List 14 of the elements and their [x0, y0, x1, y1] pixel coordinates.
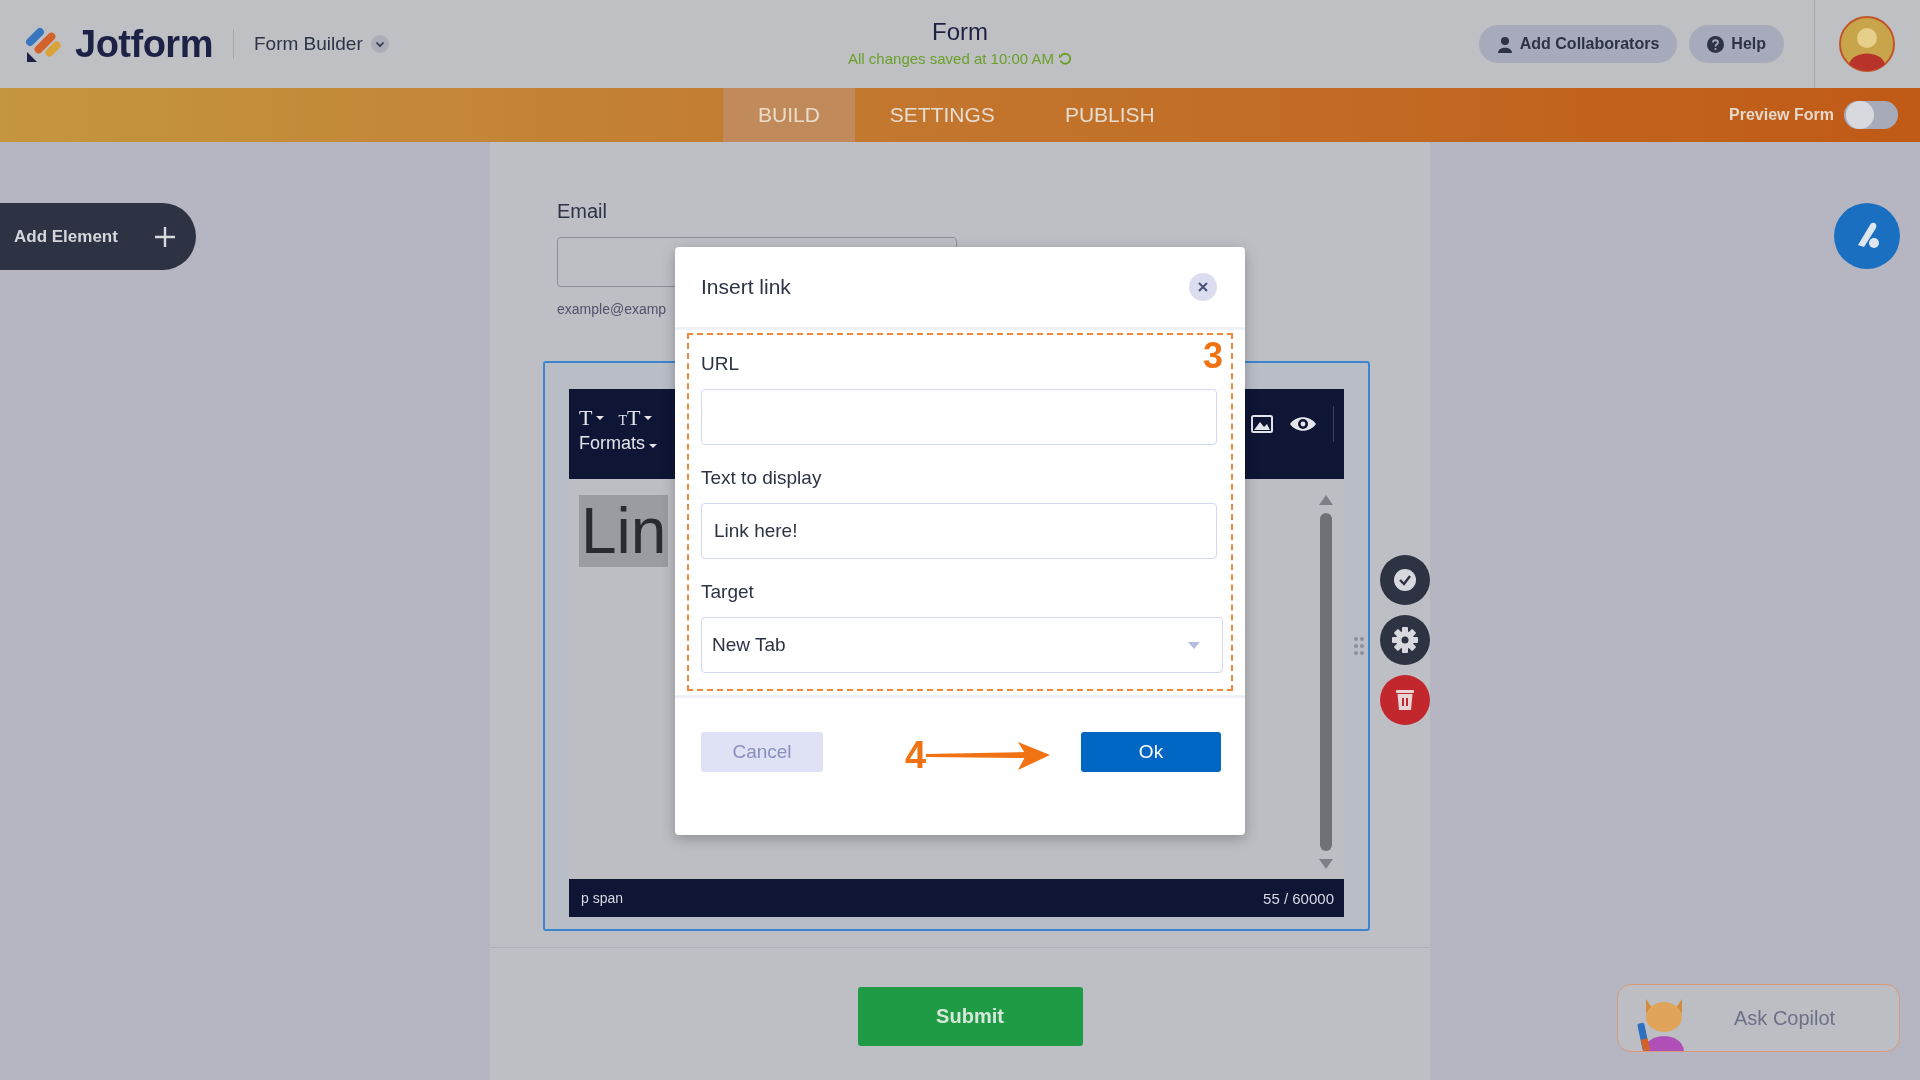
field-label: URL [701, 353, 739, 375]
step-number: 4 [905, 734, 927, 777]
char-count: 55 / 60000 [1263, 889, 1334, 907]
dialog-title: Insert link [701, 275, 791, 299]
preview-label: Preview Form [1729, 106, 1834, 124]
element-path: p span [581, 890, 624, 906]
field-label: Target [701, 581, 754, 603]
editor-text: Lin [579, 495, 669, 567]
form-title: Form [932, 18, 988, 46]
step-number: 3 [1202, 335, 1223, 377]
field-hint: example@examp [557, 301, 668, 317]
save-status: All changes saved at 10:00 AM [848, 50, 1054, 67]
field-label: Text to display [701, 467, 822, 489]
field-label: Email [557, 200, 608, 223]
